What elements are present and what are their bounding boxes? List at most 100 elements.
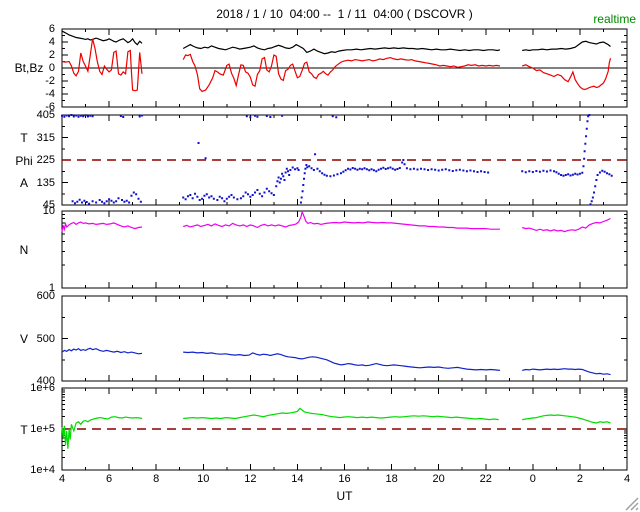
y-tick-label: 405 xyxy=(36,109,55,121)
phi-dots xyxy=(553,170,556,173)
phi-dots xyxy=(246,193,249,196)
phi-dots xyxy=(249,116,252,119)
phi-dots xyxy=(251,194,254,196)
phi-dots xyxy=(105,200,108,203)
phi-dots xyxy=(287,170,289,173)
phi-dots xyxy=(412,167,415,170)
phi-dots xyxy=(310,167,313,170)
phi-dots xyxy=(585,127,588,130)
resize-grip-icon[interactable] xyxy=(620,494,640,512)
phi-dots xyxy=(278,181,281,184)
phi-dots xyxy=(316,167,319,170)
phi-dots xyxy=(88,202,91,205)
n-line xyxy=(183,210,500,230)
phi-dots xyxy=(567,173,570,176)
phi-dots xyxy=(236,198,239,201)
phi-dots xyxy=(521,170,524,173)
phi-dots xyxy=(356,168,359,171)
phi-dots xyxy=(210,195,213,198)
phi-dots xyxy=(216,199,219,201)
phi-dots xyxy=(441,168,444,171)
phi-dots xyxy=(358,167,361,170)
phi-dots xyxy=(363,167,366,170)
phi-dots xyxy=(483,171,486,173)
phi-dots xyxy=(528,170,531,173)
phi-dots xyxy=(560,174,563,176)
phi-dots xyxy=(203,194,206,197)
x-tick-label: 16 xyxy=(338,473,351,485)
phi-dots xyxy=(469,169,472,172)
phi-dots xyxy=(549,169,552,172)
phi-dots xyxy=(121,199,124,201)
phi-dots xyxy=(444,168,447,171)
phi-dots xyxy=(582,165,585,168)
x-tick-label: 14 xyxy=(291,473,304,485)
phi-dots xyxy=(420,167,423,170)
phi-dots xyxy=(423,168,426,171)
x-tick-label: 20 xyxy=(432,473,445,485)
phi-dots xyxy=(301,190,304,193)
phi-dots xyxy=(205,193,208,196)
phi-dots xyxy=(368,169,371,172)
phi-dots xyxy=(318,170,321,173)
phi-dots xyxy=(138,115,141,118)
phi-dots xyxy=(276,180,279,183)
plot-canvas xyxy=(61,28,628,471)
bz-line xyxy=(61,38,143,92)
phi-dots xyxy=(112,201,115,204)
phi-dots xyxy=(289,169,292,171)
phi-dots xyxy=(472,170,475,173)
y-tick-label: 0 xyxy=(48,62,55,74)
phi-dots xyxy=(128,201,131,204)
phi-dots xyxy=(375,170,378,173)
phi-dots xyxy=(524,171,527,174)
y-tick-label: 6 xyxy=(48,23,55,35)
phi-dots xyxy=(542,169,545,172)
y-tick-label: 2 xyxy=(48,49,55,61)
phi-dots xyxy=(82,115,85,118)
phi-dots xyxy=(125,199,128,202)
phi-dots xyxy=(85,201,88,203)
phi-dots xyxy=(336,173,339,176)
phi-dots xyxy=(306,166,309,169)
phi-dots xyxy=(590,200,593,203)
phi-dots xyxy=(242,195,245,198)
phi-dots xyxy=(196,195,199,198)
bz-line xyxy=(182,53,500,93)
x-tick-label: 2 xyxy=(576,473,583,485)
phi-dots xyxy=(591,196,594,199)
phi-dots xyxy=(405,167,408,170)
phi-dots xyxy=(283,179,286,181)
phi-dots xyxy=(265,115,268,117)
phi-dots xyxy=(254,114,257,117)
phi-dots xyxy=(81,201,84,204)
phi-dots xyxy=(297,169,300,171)
phi-dots xyxy=(427,169,430,171)
phi-dots xyxy=(396,168,399,170)
phi-dots xyxy=(61,114,63,117)
phi-dots xyxy=(314,153,317,156)
phi-dots xyxy=(186,195,189,198)
phi-dots xyxy=(487,171,490,174)
phi-dots xyxy=(409,168,412,171)
phi-dots xyxy=(130,194,133,197)
phi-dots xyxy=(198,199,201,201)
phi-dots xyxy=(245,115,248,118)
phi-dots xyxy=(189,194,192,196)
phi-dots xyxy=(347,167,350,170)
phi-dots xyxy=(279,177,282,180)
phi-dots xyxy=(258,192,261,195)
phi-dots xyxy=(263,191,266,194)
phi-dots xyxy=(595,179,598,181)
phi-dots xyxy=(182,196,185,199)
phi-dots xyxy=(75,114,78,117)
phi-dots xyxy=(361,168,364,171)
phi-dots xyxy=(132,191,135,194)
phi-dots xyxy=(299,201,302,204)
phi-dots xyxy=(225,197,228,200)
phi-dots xyxy=(403,163,406,166)
phi-dots xyxy=(223,200,226,203)
phi-dots xyxy=(281,172,284,175)
phi-dots xyxy=(354,167,357,170)
bt-line xyxy=(61,30,143,46)
